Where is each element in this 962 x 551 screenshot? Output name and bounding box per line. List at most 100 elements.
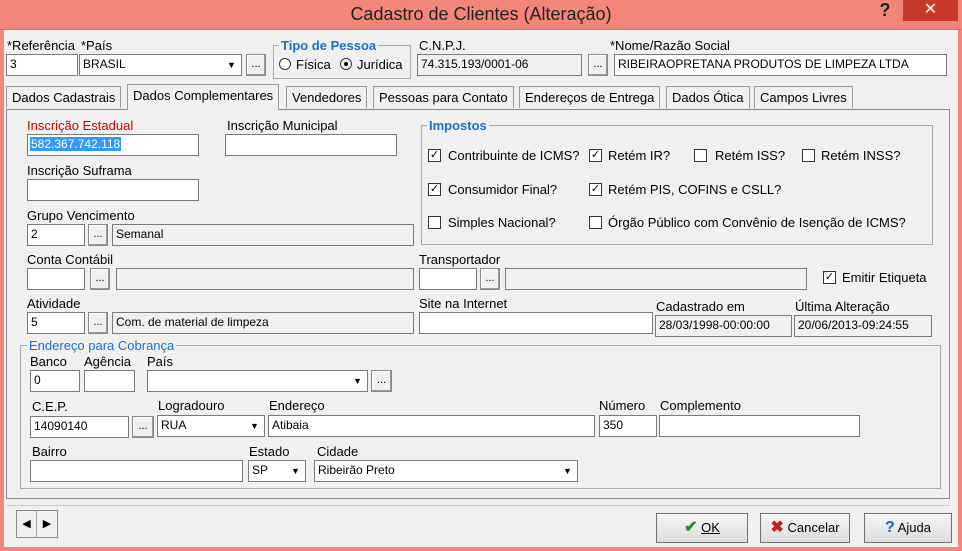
- referencia-field[interactable]: 3: [6, 54, 78, 76]
- previous-arrow-icon[interactable]: ◀: [17, 511, 37, 537]
- tab-dados-cadastrais[interactable]: Dados Cadastrais: [6, 86, 122, 108]
- transportador-code[interactable]: [419, 268, 477, 290]
- retem-ir-checkbox[interactable]: ✓: [589, 149, 602, 162]
- logradouro-value: RUA: [161, 418, 187, 432]
- banco-label: Banco: [30, 354, 67, 369]
- contribuinte-icms-checkbox[interactable]: ✓: [428, 149, 441, 162]
- transportador-desc: [505, 268, 807, 290]
- retem-iss-label: Retém ISS?: [715, 148, 786, 163]
- simples-nacional-checkbox[interactable]: [428, 216, 441, 229]
- conta-contabil-code[interactable]: [27, 268, 85, 290]
- pais-value: BRASIL: [83, 57, 126, 71]
- fisica-radio[interactable]: [279, 58, 291, 70]
- chevron-down-icon: ▼: [227, 60, 236, 70]
- pais-lookup-button[interactable]: ...: [246, 54, 266, 76]
- tab-campos-livres[interactable]: Campos Livres: [754, 86, 853, 108]
- pais-dropdown[interactable]: BRASIL ▼: [79, 54, 242, 76]
- tipo-pessoa-title: Tipo de Pessoa: [279, 38, 379, 53]
- cobranca-pais-label: País: [147, 354, 174, 369]
- tab-enderecos-entrega[interactable]: Endereços de Entrega: [519, 86, 661, 108]
- cidade-label: Cidade: [317, 444, 359, 459]
- bairro-field[interactable]: [30, 460, 243, 482]
- impostos-title: Impostos: [427, 118, 489, 133]
- juridica-radio[interactable]: [340, 58, 352, 70]
- inscricao-municipal-field[interactable]: [225, 134, 397, 156]
- cobranca-pais-lookup-button[interactable]: ...: [371, 370, 392, 392]
- grupo-vencimento-lookup-button[interactable]: ...: [88, 224, 108, 246]
- logradouro-label: Logradouro: [158, 398, 225, 413]
- orgao-publico-checkbox[interactable]: [589, 216, 602, 229]
- chevron-down-icon: ▼: [353, 376, 362, 386]
- conta-contabil-label: Conta Contábil: [27, 252, 113, 267]
- cancel-label: Cancelar: [787, 520, 840, 535]
- complemento-field[interactable]: [659, 415, 860, 437]
- help-icon[interactable]: ?: [873, 0, 897, 22]
- ok-label: OK: [701, 520, 720, 535]
- atividade-label: Atividade: [27, 296, 81, 311]
- nome-label: *Nome/Razão Social: [610, 38, 730, 53]
- cidade-dropdown[interactable]: Ribeirão Preto ▼: [314, 460, 578, 482]
- grupo-vencimento-desc: Semanal: [112, 224, 414, 246]
- retem-iss-checkbox[interactable]: [694, 149, 707, 162]
- atividade-lookup-button[interactable]: ...: [88, 312, 108, 334]
- chevron-down-icon: ▼: [563, 466, 572, 476]
- logradouro-dropdown[interactable]: RUA ▼: [157, 415, 265, 437]
- help-label: Ajuda: [897, 520, 931, 535]
- numero-field[interactable]: 350: [599, 415, 657, 437]
- conta-contabil-lookup-button[interactable]: ...: [90, 268, 110, 290]
- retem-ir-label: Retém IR?: [608, 148, 671, 163]
- emitir-etiqueta-checkbox[interactable]: ✓: [823, 271, 836, 284]
- ultima-alteracao-label: Última Alteração: [795, 299, 890, 314]
- next-arrow-icon[interactable]: ▶: [37, 511, 57, 537]
- window-title: Cadastro de Clientes (Alteração): [350, 4, 612, 24]
- grupo-vencimento-code[interactable]: 2: [27, 224, 85, 246]
- endereco-field[interactable]: Atibaia: [268, 415, 595, 437]
- cep-field[interactable]: 14090140: [30, 416, 129, 438]
- inscricao-estadual-field[interactable]: 582.367.742.118: [27, 134, 199, 156]
- cnpj-label: C.N.P.J.: [419, 38, 466, 53]
- banco-field[interactable]: 0: [30, 370, 80, 392]
- tab-vendedores[interactable]: Vendedores: [286, 86, 368, 108]
- agencia-field[interactable]: [84, 370, 135, 392]
- tab-pessoas-contato[interactable]: Pessoas para Contato: [373, 86, 514, 108]
- x-icon: ✖: [770, 519, 784, 536]
- ok-button[interactable]: ✔ OK: [656, 513, 748, 543]
- help-button[interactable]: ? Ajuda: [864, 513, 952, 543]
- tab-dados-otica[interactable]: Dados Ótica: [666, 86, 750, 108]
- retem-pis-checkbox[interactable]: ✓: [589, 183, 602, 196]
- conta-contabil-desc: [116, 268, 414, 290]
- cnpj-lookup-button[interactable]: ...: [588, 54, 608, 76]
- tab-dados-complementares[interactable]: Dados Complementares: [127, 84, 280, 110]
- atividade-code[interactable]: 5: [27, 312, 85, 334]
- juridica-label: Jurídica: [357, 57, 403, 72]
- cep-lookup-button[interactable]: ...: [132, 416, 154, 438]
- chevron-down-icon: ▼: [250, 421, 259, 431]
- inscricao-estadual-label: Inscrição Estadual: [27, 118, 134, 133]
- complemento-label: Complemento: [660, 398, 741, 413]
- endereco-label: Endereço: [269, 398, 325, 413]
- inscricao-suframa-field[interactable]: [27, 179, 199, 201]
- transportador-label: Transportador: [419, 252, 501, 267]
- estado-dropdown[interactable]: SP ▼: [248, 460, 306, 482]
- nome-field[interactable]: RIBEIRAOPRETANA PRODUTOS DE LIMPEZA LTDA: [614, 54, 947, 76]
- pais-label: *País: [81, 38, 113, 53]
- emitir-etiqueta-label: Emitir Etiqueta: [842, 270, 927, 285]
- retem-inss-label: Retém INSS?: [821, 148, 901, 163]
- estado-value: SP: [252, 463, 269, 477]
- check-icon: ✔: [684, 519, 698, 536]
- retem-inss-checkbox[interactable]: [802, 149, 815, 162]
- simples-nacional-label: Simples Nacional?: [448, 215, 556, 230]
- cnpj-field[interactable]: 74.315.193/0001-06: [417, 54, 582, 76]
- transportador-lookup-button[interactable]: ...: [480, 268, 500, 290]
- site-field[interactable]: [419, 312, 653, 334]
- cep-label: C.E.P.: [32, 399, 68, 414]
- cancel-button[interactable]: ✖ Cancelar: [760, 513, 850, 543]
- consumidor-final-label: Consumidor Final?: [448, 182, 558, 197]
- grupo-vencimento-label: Grupo Vencimento: [27, 208, 135, 223]
- nav-control: ◀ ▶: [16, 510, 58, 538]
- consumidor-final-checkbox[interactable]: ✓: [428, 183, 441, 196]
- cadastrado-label: Cadastrado em: [656, 299, 745, 314]
- cobranca-pais-dropdown[interactable]: ▼: [147, 370, 368, 392]
- close-button[interactable]: ✕: [903, 0, 958, 21]
- inscricao-suframa-label: Inscrição Suframa: [27, 163, 132, 178]
